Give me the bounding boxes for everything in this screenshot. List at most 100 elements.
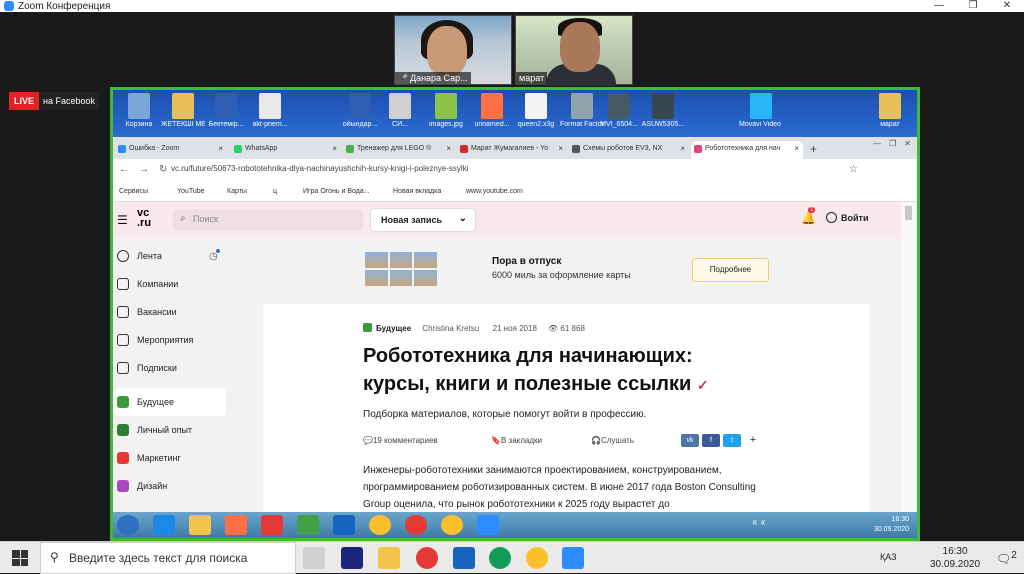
desktop-icon[interactable]: Бектемір... xyxy=(204,93,248,128)
bookmark-item[interactable]: Игра Огонь и Вода... xyxy=(303,188,370,195)
forward-icon[interactable]: → xyxy=(139,164,149,175)
sidebar-item-jobs[interactable]: Вакансии xyxy=(113,298,263,326)
live-indicator[interactable]: LIVE на Facebook xyxy=(9,92,100,110)
sidebar-item-subscriptions[interactable]: Подписки xyxy=(113,354,263,382)
bookmark-item[interactable]: YouTube xyxy=(177,188,205,195)
facebook-icon[interactable]: f xyxy=(702,434,720,447)
bookmark-item[interactable]: Карты xyxy=(227,188,247,195)
zoom-icon[interactable] xyxy=(477,515,499,535)
desktop-icon[interactable]: akt-priem... xyxy=(248,93,292,128)
participant-video-1[interactable]: 🎤 Данара Сар... xyxy=(394,15,512,85)
section-link[interactable]: Будущее xyxy=(376,324,411,333)
chrome-icon[interactable] xyxy=(441,515,463,535)
windows-start-icon[interactable] xyxy=(12,550,28,566)
close-icon[interactable]: ✕ xyxy=(990,0,1024,12)
vc-logo[interactable]: vc .ru xyxy=(137,208,151,229)
tab-close-icon[interactable]: × xyxy=(446,144,451,153)
desktop-icon[interactable]: queen2.x3g xyxy=(514,93,558,128)
twitter-icon[interactable]: t xyxy=(723,434,741,447)
browser-tab[interactable]: Марат Жумагалиев - Yo × xyxy=(457,141,567,159)
chrome-icon[interactable] xyxy=(369,515,391,535)
browser-tab[interactable]: Схемы роботов EV3, NX × xyxy=(569,141,689,159)
sidebar-item-design[interactable]: Дизайн xyxy=(113,472,263,500)
bookmark-item[interactable]: Новая вкладка xyxy=(393,188,441,195)
browser-tab[interactable]: WhatsApp × xyxy=(231,141,341,159)
explorer-icon[interactable] xyxy=(189,515,211,535)
sidebar-item-companies[interactable]: Компании xyxy=(113,270,263,298)
desktop-icon[interactable]: images.jpg xyxy=(424,93,468,128)
sidebar-item-future[interactable]: Будущее xyxy=(113,388,226,416)
start-orb-icon[interactable] xyxy=(117,515,139,535)
listen-button[interactable]: 🎧 Слушать xyxy=(591,436,634,445)
desktop-icon[interactable]: unnamed... xyxy=(470,93,514,128)
back-icon[interactable]: ← xyxy=(119,164,129,175)
desktop-icon[interactable]: марат xyxy=(868,93,912,128)
ad-more-button[interactable]: Подробнее xyxy=(692,258,769,282)
url-field[interactable]: vc.ru/future/50673-robototehnika-dlya-na… xyxy=(171,164,468,173)
browser-tab[interactable]: Робототехника для нач × xyxy=(691,141,803,159)
opera-icon[interactable] xyxy=(416,547,438,569)
bookmark-item[interactable]: ц xyxy=(273,188,277,195)
file-explorer-icon[interactable] xyxy=(378,547,400,569)
desktop-icon[interactable]: Movavi Video Edit... xyxy=(739,93,783,128)
bookmark-star-icon[interactable]: ☆ xyxy=(849,164,858,175)
comments-button[interactable]: 💬 19 комментариев xyxy=(363,436,438,445)
desktop-icon[interactable]: ойындар... xyxy=(338,93,382,128)
desktop-icon[interactable]: Корзина xyxy=(117,93,161,128)
tab-close-icon[interactable]: × xyxy=(558,144,563,153)
taskbar-search-input[interactable]: ⚲ Введите здесь текст для поиска xyxy=(40,542,296,574)
participant-video-2[interactable]: марат xyxy=(515,15,633,86)
maximize-icon[interactable]: ❐ xyxy=(956,0,990,12)
new-post-button[interactable]: Новая запись ⌄ xyxy=(370,208,476,232)
live-target[interactable]: на Facebook xyxy=(39,92,100,110)
yandex-icon[interactable] xyxy=(261,515,283,535)
language-indicator[interactable]: ҚАЗ xyxy=(880,552,897,562)
desktop-icon[interactable]: ASUW5305... xyxy=(641,93,685,128)
tab-close-icon[interactable]: × xyxy=(680,144,685,153)
bookmark-item[interactable]: www.youtube.com xyxy=(466,188,523,195)
chrome-icon[interactable] xyxy=(526,547,548,569)
author-link[interactable]: Christina Kretsu xyxy=(422,324,479,333)
notification-icon[interactable]: 🗨2 xyxy=(996,550,1017,566)
search-input[interactable]: ⌕ Поиск xyxy=(173,209,363,231)
task-view-icon[interactable] xyxy=(303,547,325,569)
bell-icon[interactable]: 🔔 1 xyxy=(801,207,816,225)
word-icon[interactable] xyxy=(453,547,475,569)
edge-icon[interactable] xyxy=(489,547,511,569)
tab-close-icon[interactable]: × xyxy=(332,144,337,153)
zoom-icon[interactable] xyxy=(562,547,584,569)
browser-tab[interactable]: Ошибка - Zoom × xyxy=(115,141,227,159)
ad-banner[interactable]: Пора в отпуск 6000 миль за оформление ка… xyxy=(365,250,775,298)
ie-icon[interactable] xyxy=(153,515,175,535)
scrollbar-thumb[interactable] xyxy=(905,206,912,220)
chevron-down-icon[interactable]: ⌄ xyxy=(459,213,467,224)
sidebar-item-events[interactable]: Мероприятия xyxy=(113,326,263,354)
desktop-icon[interactable]: СИ... xyxy=(378,93,422,128)
sidebar-item-experience[interactable]: Личный опыт xyxy=(113,416,263,444)
yandex-browser-icon[interactable] xyxy=(405,515,427,535)
vk-icon[interactable]: vk xyxy=(681,434,699,447)
bookmark-button[interactable]: 🔖 В закладки xyxy=(491,436,542,445)
taskbar-clock[interactable]: 16:30 30.09.2020 xyxy=(930,545,980,571)
app-icon[interactable] xyxy=(297,515,319,535)
tab-close-icon[interactable]: × xyxy=(218,144,223,153)
reload-icon[interactable]: ↻ xyxy=(159,164,167,175)
close-icon[interactable]: ✕ xyxy=(904,139,911,148)
bookmark-item[interactable]: Сервисы xyxy=(119,188,148,195)
minimize-icon[interactable]: — xyxy=(922,0,956,12)
scrollbar[interactable] xyxy=(901,202,917,512)
login-button[interactable]: Войти xyxy=(826,212,868,223)
browser-tab[interactable]: Тренажер для LEGO ® × xyxy=(343,141,455,159)
more-share-icon[interactable]: + xyxy=(744,434,762,447)
desktop-icon[interactable]: MVI_6504... xyxy=(597,93,641,128)
maximize-icon[interactable]: ❐ xyxy=(889,139,896,148)
photoshop-icon[interactable] xyxy=(341,547,363,569)
desktop-icon[interactable]: ЖЕТЕКШІ МЕКТЕП xyxy=(161,93,205,128)
word-icon[interactable] xyxy=(333,515,355,535)
clock-icon[interactable]: ◷ xyxy=(209,249,220,262)
tab-close-icon[interactable]: × xyxy=(794,144,799,153)
media-icon[interactable] xyxy=(225,515,247,535)
minimize-icon[interactable]: — xyxy=(873,139,881,148)
menu-icon[interactable]: ☰ xyxy=(117,213,128,227)
sidebar-item-marketing[interactable]: Маркетинг xyxy=(113,444,263,472)
